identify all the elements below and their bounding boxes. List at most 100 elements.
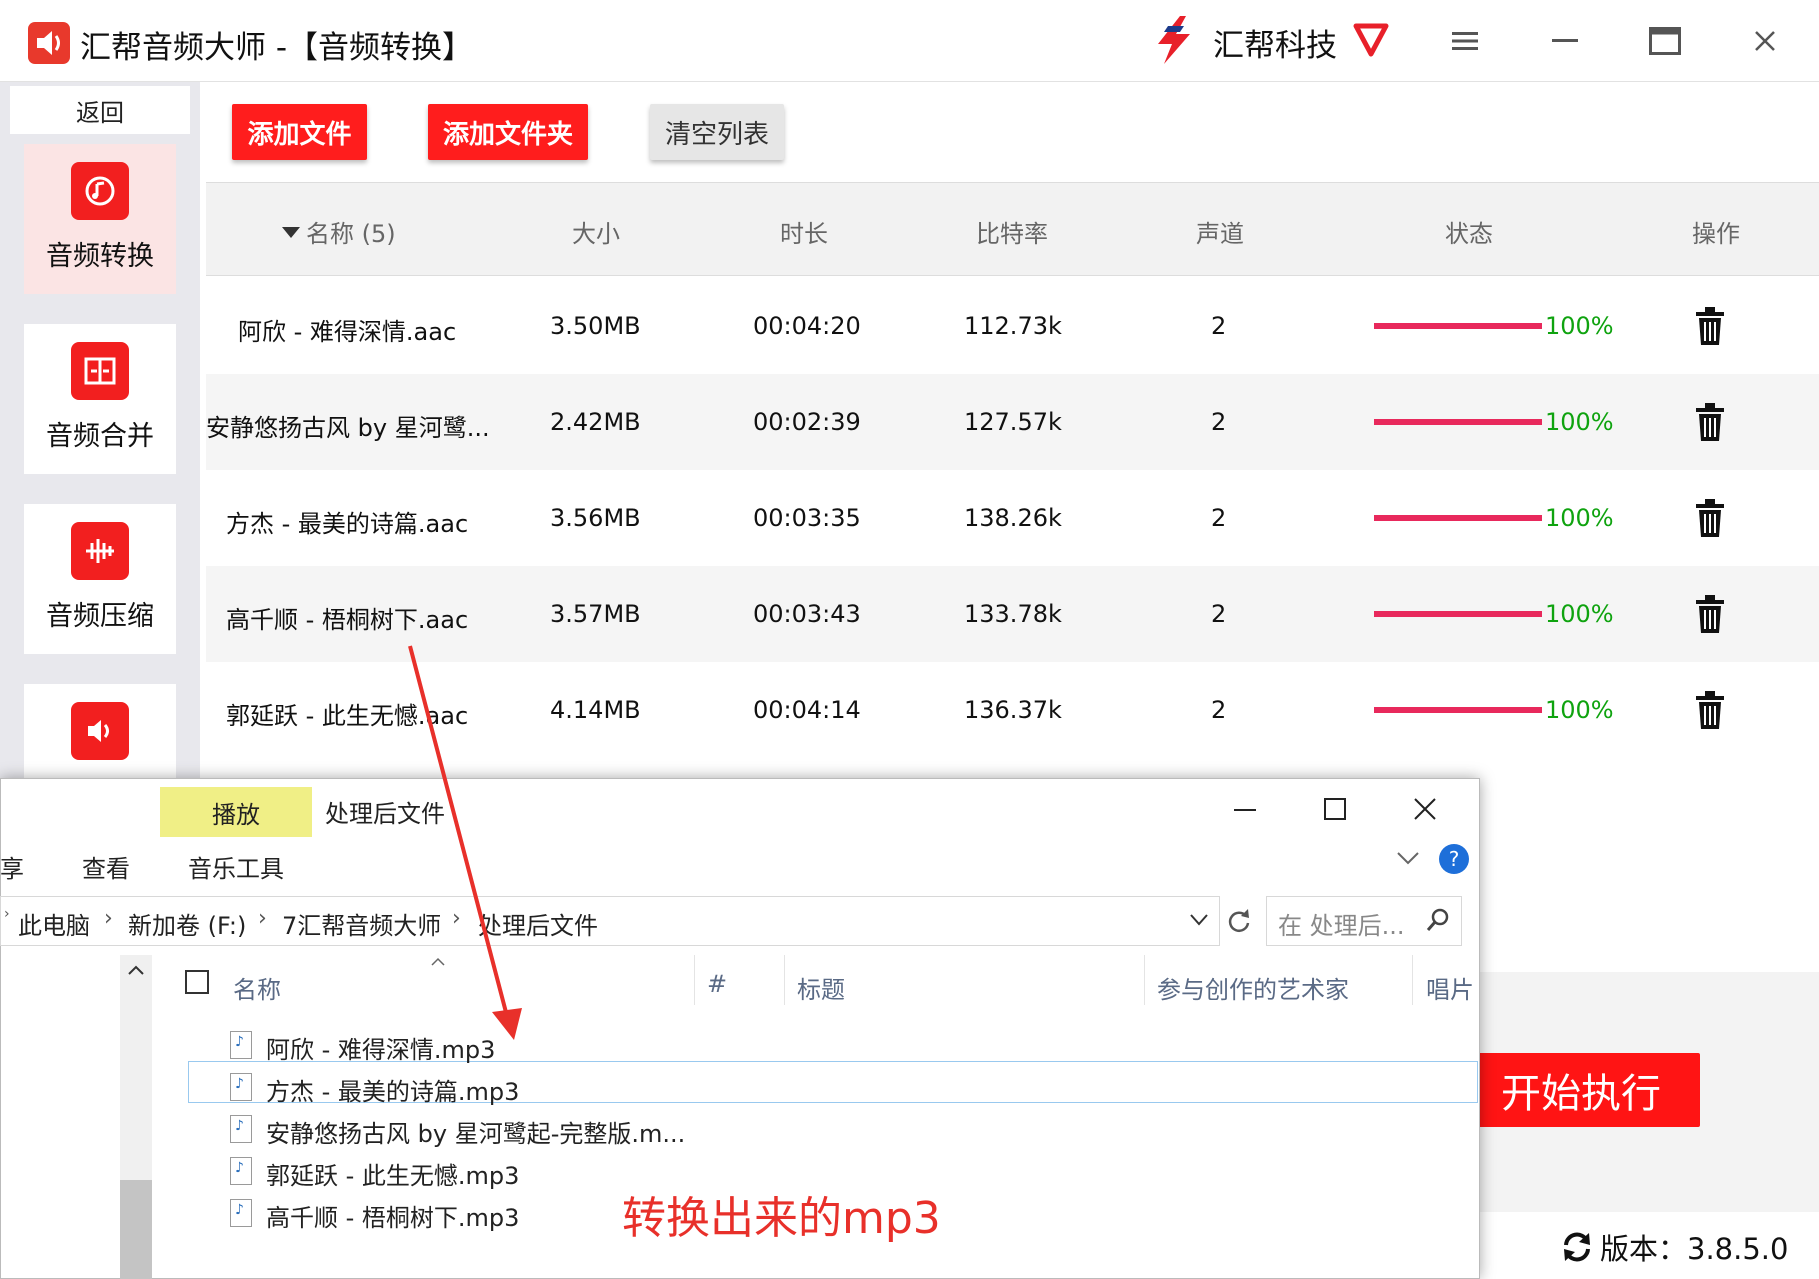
chevron-down-icon[interactable] xyxy=(1395,848,1421,872)
add-file-button[interactable]: 添加文件 xyxy=(232,104,367,160)
add-folder-button[interactable]: 添加文件夹 xyxy=(428,104,588,160)
mp3-file-icon xyxy=(230,1157,252,1185)
column-header-action: 操作 xyxy=(1692,220,1740,248)
sort-desc-icon[interactable] xyxy=(282,224,300,243)
address-dropdown-icon[interactable] xyxy=(1188,910,1210,934)
file-bitrate: 127.57k xyxy=(964,408,1062,436)
breadcrumb-separator-icon: › xyxy=(104,906,113,931)
file-name: 郭延跃 - 此生无憾.mp3 xyxy=(266,1162,520,1190)
sidebar-item-audio-merge[interactable]: 音频合并 xyxy=(24,324,176,474)
file-size: 3.57MB xyxy=(550,600,641,628)
column-header-name[interactable]: 名称 xyxy=(233,970,281,1005)
search-icon[interactable] xyxy=(1424,906,1452,938)
progress-bar xyxy=(1374,707,1542,713)
svg-text:?: ? xyxy=(1449,847,1460,871)
scrollbar-thumb[interactable] xyxy=(120,1180,152,1279)
breadcrumb-this-pc[interactable]: 此电脑 xyxy=(18,906,90,941)
minimize-icon xyxy=(1552,39,1578,42)
column-header-album[interactable]: 唱片 xyxy=(1426,970,1478,1005)
column-header-duration[interactable]: 时长 xyxy=(780,214,828,249)
file-duration: 00:04:14 xyxy=(753,696,861,724)
breadcrumb-separator-icon: › xyxy=(258,906,267,931)
column-header-artist[interactable]: 参与创作的艺术家 xyxy=(1157,970,1349,1005)
audio-merge-icon xyxy=(71,342,129,400)
close-icon xyxy=(1755,31,1775,51)
version-label: 版本：3.8.5.0 xyxy=(1600,1232,1789,1266)
column-separator[interactable] xyxy=(1144,955,1145,1005)
progress-bar xyxy=(1374,419,1542,425)
file-bitrate: 133.78k xyxy=(964,600,1062,628)
maximize-button[interactable] xyxy=(1635,18,1695,64)
start-button[interactable]: 开始执行 xyxy=(1462,1053,1700,1127)
brand-name: 汇帮科技 xyxy=(1213,28,1337,64)
column-header-title[interactable]: 标题 xyxy=(797,970,845,1005)
clear-list-button[interactable]: 清空列表 xyxy=(650,104,784,160)
close-button[interactable] xyxy=(1735,18,1795,64)
table-row[interactable]: 方杰 - 最美的诗篇.aac 3.56MB 00:03:35 138.26k 2… xyxy=(206,470,1819,566)
audio-volume-icon xyxy=(71,702,129,760)
minimize-button[interactable] xyxy=(1535,18,1595,64)
file-size: 3.50MB xyxy=(550,312,641,340)
vip-diamond-icon[interactable] xyxy=(1350,18,1392,60)
trash-icon[interactable] xyxy=(1694,402,1726,446)
progress-bar xyxy=(1374,515,1542,521)
sidebar-item-label: 音频转换 xyxy=(46,241,154,272)
explorer-minimize-icon[interactable] xyxy=(1230,794,1260,828)
maximize-icon xyxy=(1649,27,1681,55)
list-item[interactable]: 方杰 - 最美的诗篇.mp3 xyxy=(230,1072,830,1106)
column-header-status[interactable]: 状态 xyxy=(1445,214,1493,249)
sidebar-item-audio-compress[interactable]: 音频压缩 xyxy=(24,504,176,654)
mp3-file-icon xyxy=(230,1199,252,1227)
refresh-icon[interactable] xyxy=(1560,1230,1594,1268)
mp3-file-icon xyxy=(230,1031,252,1059)
progress-bar xyxy=(1374,323,1542,329)
column-header-size[interactable]: 大小 xyxy=(572,214,620,249)
column-separator[interactable] xyxy=(694,955,695,1005)
trash-icon[interactable] xyxy=(1694,498,1726,542)
file-duration: 00:04:20 xyxy=(753,312,861,340)
ribbon-tab-music-tools[interactable]: 音乐工具 xyxy=(188,849,284,884)
column-header-name[interactable]: 名称 (5) xyxy=(306,214,396,249)
sidebar-item-label: 音频压缩 xyxy=(46,601,154,632)
column-header-number[interactable]: # xyxy=(707,970,727,998)
back-button[interactable]: 返回 xyxy=(10,86,190,134)
trash-icon[interactable] xyxy=(1694,306,1726,350)
tab-play[interactable]: 播放 xyxy=(160,787,312,837)
refresh-folder-icon[interactable] xyxy=(1224,906,1254,940)
file-size: 2.42MB xyxy=(550,408,641,436)
column-header-bitrate[interactable]: 比特率 xyxy=(976,214,1048,249)
breadcrumb-drive[interactable]: 新加卷 (F:) xyxy=(128,906,246,941)
trash-icon[interactable] xyxy=(1694,594,1726,638)
ribbon-tab-view[interactable]: 查看 xyxy=(82,849,130,884)
scroll-up-icon[interactable] xyxy=(126,962,146,981)
progress-percent: 100% xyxy=(1545,312,1614,340)
file-size: 4.14MB xyxy=(550,696,641,724)
file-name: 高千顺 - 梧桐树下.aac xyxy=(226,606,469,634)
column-header-channels[interactable]: 声道 xyxy=(1196,214,1244,249)
column-separator[interactable] xyxy=(1412,955,1413,1005)
mp3-file-icon xyxy=(230,1073,252,1101)
list-item[interactable]: 安静悠扬古风 by 星河鹭起-完整版.m... xyxy=(230,1114,830,1148)
sidebar-item-label: 音频合并 xyxy=(46,421,154,452)
trash-icon[interactable] xyxy=(1694,690,1726,734)
file-name: 方杰 - 最美的诗篇.aac xyxy=(226,510,469,538)
help-icon[interactable]: ? xyxy=(1438,843,1470,879)
table-row[interactable]: 安静悠扬古风 by 星河鹭... 2.42MB 00:02:39 127.57k… xyxy=(206,374,1819,470)
mp3-file-icon xyxy=(230,1115,252,1143)
list-item[interactable]: 阿欣 - 难得深情.mp3 xyxy=(230,1030,830,1064)
file-duration: 00:02:39 xyxy=(753,408,861,436)
file-channels: 2 xyxy=(1211,504,1227,532)
brand-logo-icon xyxy=(1150,14,1198,66)
column-separator[interactable] xyxy=(784,955,785,1005)
table-row[interactable]: 阿欣 - 难得深情.aac 3.50MB 00:04:20 112.73k 2 … xyxy=(206,278,1819,374)
annotation-arrow-icon xyxy=(408,645,522,1040)
file-bitrate: 112.73k xyxy=(964,312,1062,340)
ribbon-tab-share[interactable]: 享 xyxy=(0,849,24,884)
file-name: 高千顺 - 梧桐树下.mp3 xyxy=(266,1204,520,1232)
explorer-close-icon[interactable] xyxy=(1410,794,1440,828)
menu-button[interactable] xyxy=(1435,18,1495,64)
select-all-checkbox[interactable] xyxy=(185,970,209,994)
file-size: 3.56MB xyxy=(550,504,641,532)
sidebar-item-audio-convert[interactable]: 音频转换 xyxy=(24,144,176,294)
explorer-maximize-icon[interactable] xyxy=(1320,794,1350,828)
